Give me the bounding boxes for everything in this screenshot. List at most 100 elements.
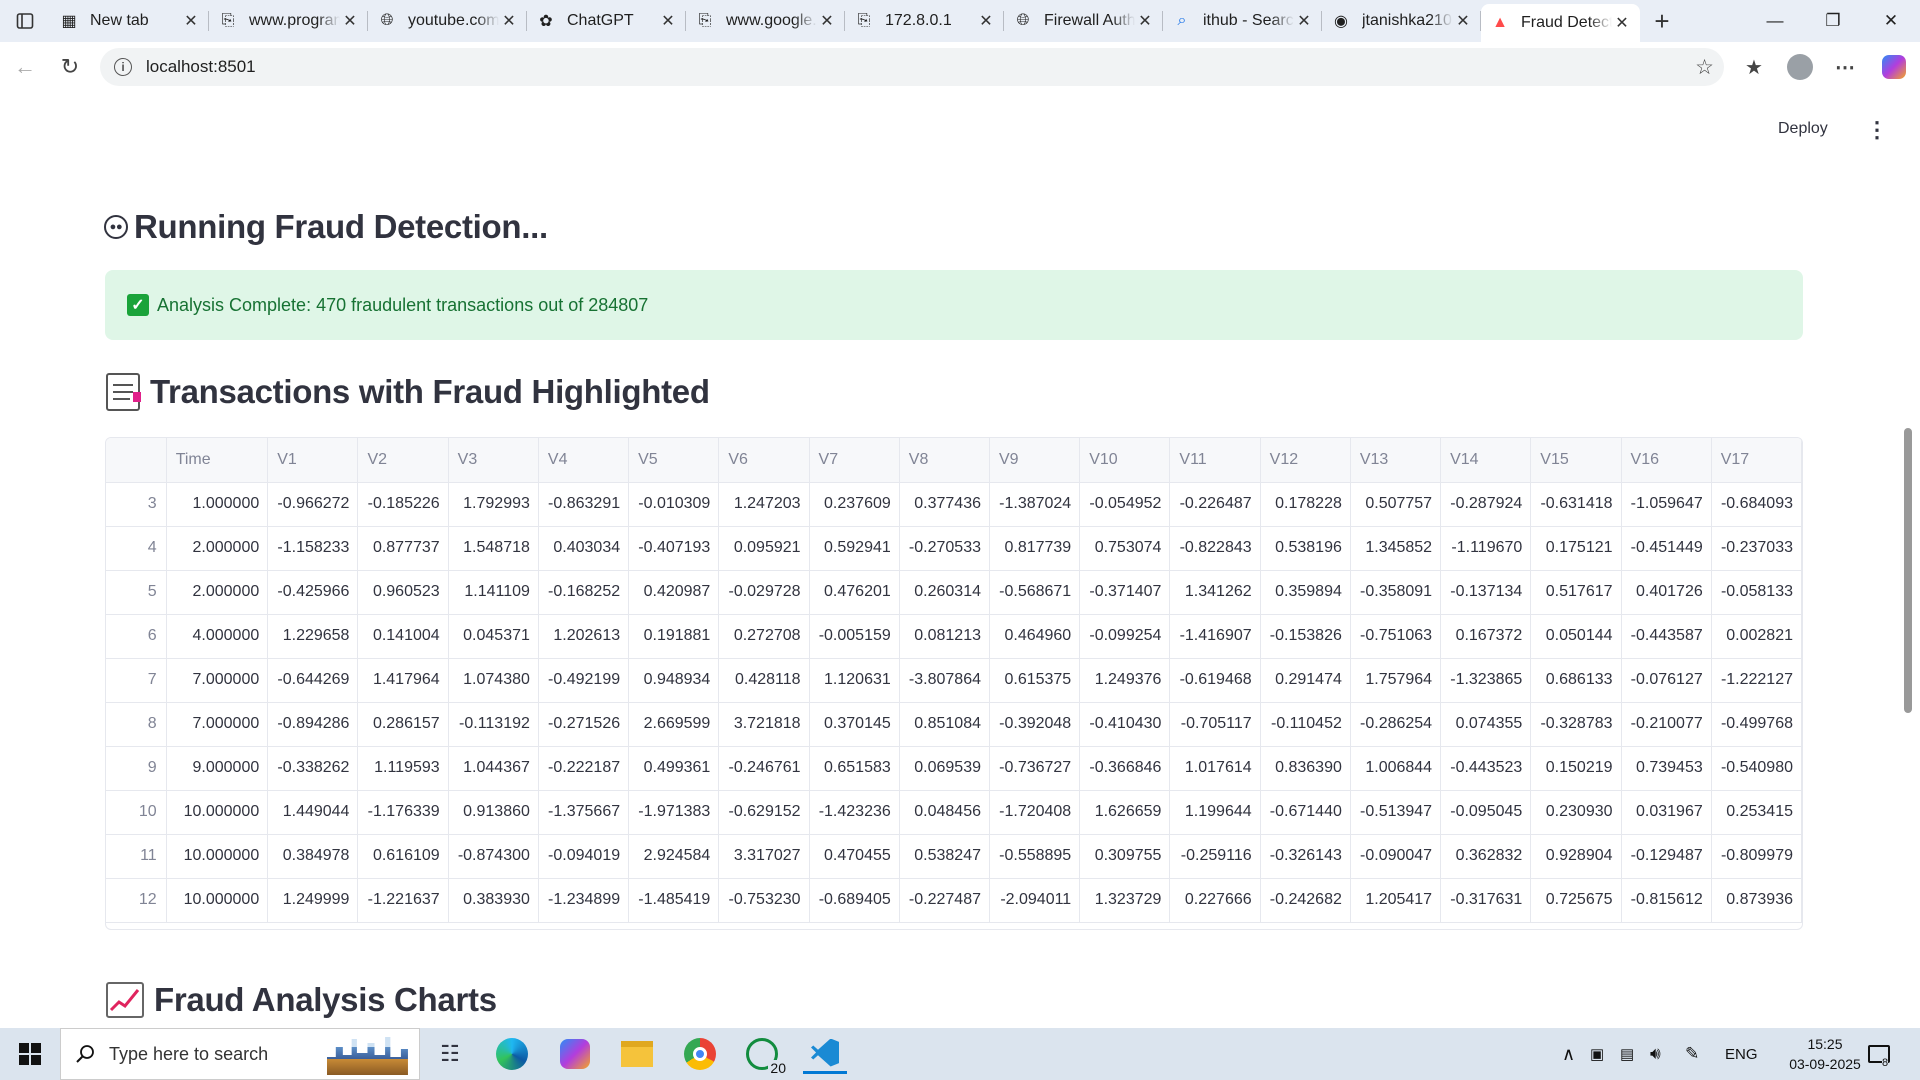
- table-cell[interactable]: 0.253415: [1711, 790, 1802, 835]
- table-cell[interactable]: -0.029728: [718, 570, 810, 615]
- table-cell[interactable]: -1.485419: [628, 878, 720, 923]
- table-cell[interactable]: -0.809979: [1711, 834, 1802, 879]
- table-cell[interactable]: -0.443523: [1440, 746, 1532, 791]
- table-cell[interactable]: -0.222187: [538, 746, 630, 791]
- table-cell[interactable]: -1.423236: [809, 790, 900, 835]
- table-cell[interactable]: -0.237033: [1711, 526, 1802, 571]
- table-cell[interactable]: -1.119670: [1440, 526, 1532, 571]
- address-bar[interactable]: i localhost:8501 ☆: [100, 48, 1724, 86]
- table-cell[interactable]: 0.384978: [267, 834, 359, 879]
- data-table[interactable]: Time V1 V2 V3 V4 V5 V6 V7 V8 V9 V10 V11 V12 V13 V14 V15…: [105, 437, 1803, 930]
- column-header[interactable]: Time: [166, 438, 269, 483]
- table-cell[interactable]: 2.000000: [166, 526, 269, 571]
- table-row[interactable]: 6 4.000000 1.229658 0.141004 0.045371 1.20261…: [106, 614, 1802, 659]
- row-index[interactable]: 9: [106, 746, 167, 791]
- column-header[interactable]: V14: [1440, 438, 1532, 483]
- table-cell[interactable]: 0.428118: [718, 658, 810, 703]
- column-header[interactable]: V8: [899, 438, 990, 483]
- table-cell[interactable]: 0.928904: [1530, 834, 1622, 879]
- tab-actions-menu[interactable]: [0, 0, 50, 42]
- table-cell[interactable]: 0.370145: [809, 702, 900, 747]
- table-cell[interactable]: -0.410430: [1079, 702, 1171, 747]
- table-cell[interactable]: 1.000000: [166, 482, 269, 527]
- table-row[interactable]: 10 10.000000 1.449044 -1.176339 0.913860 -1.3…: [106, 790, 1802, 835]
- table-cell[interactable]: 0.359894: [1260, 570, 1351, 615]
- table-cell[interactable]: 0.725675: [1530, 878, 1622, 923]
- restore-button[interactable]: ❐: [1804, 0, 1862, 42]
- table-cell[interactable]: 1.202613: [538, 614, 630, 659]
- table-cell[interactable]: 0.960523: [357, 570, 449, 615]
- table-cell[interactable]: 0.948934: [628, 658, 720, 703]
- table-cell[interactable]: -0.492199: [538, 658, 630, 703]
- table-cell[interactable]: 0.074355: [1440, 702, 1532, 747]
- task-view-button[interactable]: ☷: [428, 1034, 472, 1074]
- file-explorer-app[interactable]: [615, 1034, 659, 1074]
- table-cell[interactable]: 1.074380: [448, 658, 539, 703]
- table-cell[interactable]: 9.000000: [166, 746, 269, 791]
- more-options-icon[interactable]: ⋯: [1825, 48, 1865, 86]
- table-cell[interactable]: 0.851084: [899, 702, 990, 747]
- table-cell[interactable]: -0.054952: [1079, 482, 1171, 527]
- close-tab-icon[interactable]: ✕: [340, 11, 360, 31]
- table-cell[interactable]: -1.158233: [267, 526, 359, 571]
- table-cell[interactable]: 0.420987: [628, 570, 720, 615]
- table-cell[interactable]: 0.470455: [809, 834, 900, 879]
- table-cell[interactable]: 0.031967: [1621, 790, 1712, 835]
- new-tab-button[interactable]: +: [1640, 0, 1684, 42]
- table-cell[interactable]: 0.150219: [1530, 746, 1622, 791]
- table-cell[interactable]: 0.836390: [1260, 746, 1351, 791]
- table-cell[interactable]: 0.191881: [628, 614, 720, 659]
- table-cell[interactable]: -0.631418: [1530, 482, 1622, 527]
- column-header[interactable]: V13: [1350, 438, 1442, 483]
- table-cell[interactable]: 4.000000: [166, 614, 269, 659]
- table-cell[interactable]: -0.338262: [267, 746, 359, 791]
- table-cell[interactable]: 2.924584: [628, 834, 720, 879]
- column-header[interactable]: V11: [1169, 438, 1261, 483]
- browser-tab[interactable]: ▦ New tab ✕: [50, 0, 209, 42]
- show-hidden-icons[interactable]: ∧: [1562, 1028, 1575, 1080]
- table-cell[interactable]: 0.050144: [1530, 614, 1622, 659]
- table-cell[interactable]: 0.286157: [357, 702, 449, 747]
- close-tab-icon[interactable]: ✕: [1294, 11, 1314, 31]
- table-cell[interactable]: 0.592941: [809, 526, 900, 571]
- table-cell[interactable]: -0.671440: [1260, 790, 1351, 835]
- table-cell[interactable]: 0.045371: [448, 614, 539, 659]
- table-cell[interactable]: 0.401726: [1621, 570, 1712, 615]
- table-cell[interactable]: -0.874300: [448, 834, 539, 879]
- table-cell[interactable]: -0.558895: [989, 834, 1081, 879]
- table-cell[interactable]: -1.059647: [1621, 482, 1712, 527]
- column-header[interactable]: V15: [1530, 438, 1622, 483]
- table-cell[interactable]: 1.626659: [1079, 790, 1171, 835]
- table-cell[interactable]: -0.366846: [1079, 746, 1171, 791]
- table-cell[interactable]: 0.403034: [538, 526, 630, 571]
- table-cell[interactable]: -0.644269: [267, 658, 359, 703]
- table-cell[interactable]: 0.048456: [899, 790, 990, 835]
- deploy-button[interactable]: Deploy: [1778, 120, 1828, 138]
- table-cell[interactable]: -0.287924: [1440, 482, 1532, 527]
- table-cell[interactable]: -0.568671: [989, 570, 1081, 615]
- table-cell[interactable]: -0.371407: [1079, 570, 1171, 615]
- site-info-icon[interactable]: i: [114, 58, 132, 76]
- table-cell[interactable]: -0.010309: [628, 482, 720, 527]
- close-tab-icon[interactable]: ✕: [817, 11, 837, 31]
- copilot-icon[interactable]: [1874, 48, 1914, 86]
- table-row[interactable]: 8 7.000000 -0.894286 0.286157 -0.113192 -0.27…: [106, 702, 1802, 747]
- row-index[interactable]: 6: [106, 614, 167, 659]
- table-cell[interactable]: 0.272708: [718, 614, 810, 659]
- table-cell[interactable]: 0.227666: [1169, 878, 1261, 923]
- table-cell[interactable]: 0.507757: [1350, 482, 1442, 527]
- table-row[interactable]: 3 1.000000 -0.966272 -0.185226 1.792993 -0.86…: [106, 482, 1802, 527]
- row-index[interactable]: 4: [106, 526, 167, 571]
- table-cell[interactable]: -0.242682: [1260, 878, 1351, 923]
- table-cell[interactable]: 10.000000: [166, 834, 269, 879]
- browser-tab[interactable]: ◉ jtanishka210 ✕: [1322, 0, 1481, 42]
- table-cell[interactable]: 0.377436: [899, 482, 990, 527]
- table-cell[interactable]: 0.141004: [357, 614, 449, 659]
- table-row[interactable]: 4 2.000000 -1.158233 0.877737 1.548718 0.4030…: [106, 526, 1802, 571]
- column-header[interactable]: V10: [1079, 438, 1171, 483]
- table-cell[interactable]: -0.129487: [1621, 834, 1712, 879]
- table-cell[interactable]: -0.005159: [809, 614, 900, 659]
- table-cell[interactable]: -0.137134: [1440, 570, 1532, 615]
- table-cell[interactable]: -0.317631: [1440, 878, 1532, 923]
- close-tab-icon[interactable]: ✕: [499, 11, 519, 31]
